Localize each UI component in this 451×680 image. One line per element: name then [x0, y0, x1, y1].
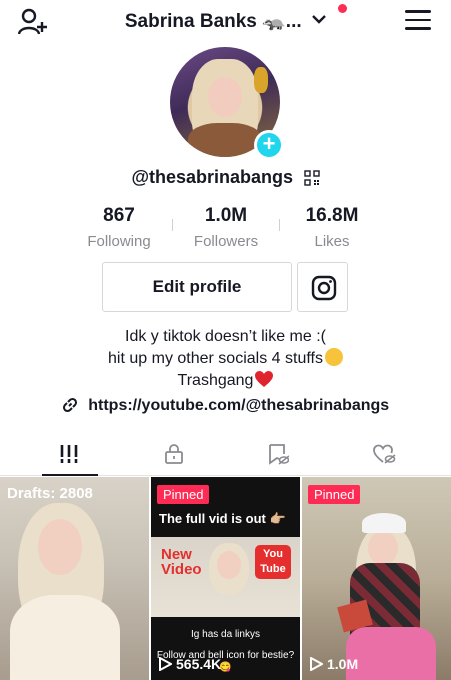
likes-count: 16.8M	[305, 205, 359, 226]
new-video-banner: New Video	[161, 546, 202, 578]
following-count: 867	[103, 205, 135, 226]
bio-line: Idk y tiktok doesn’t like me :(	[125, 328, 326, 345]
following-label: Following	[87, 233, 151, 250]
top-bar: Sabrina Banks 🦡...	[0, 0, 451, 44]
add-story-button[interactable]: +	[254, 130, 284, 160]
pinned-badge: Pinned	[157, 485, 210, 504]
stat-following[interactable]: 867 Following	[59, 205, 179, 250]
menu-icon[interactable]	[405, 10, 431, 32]
profile-display-name: Sabrina Banks 🦡...	[124, 11, 302, 32]
instagram-button[interactable]	[297, 262, 348, 312]
view-count-text: 1.0M	[327, 656, 359, 672]
handle-row: @thesabrinabangs	[0, 167, 451, 188]
profile-bio: Idk y tiktok doesn’t like me :( hit up m…	[0, 326, 451, 392]
wink-emoji-icon	[324, 348, 343, 366]
stat-followers[interactable]: 1.0M Followers	[166, 205, 286, 250]
tab-private[interactable]	[117, 432, 229, 476]
play-icon	[159, 656, 174, 672]
active-tab-indicator	[42, 474, 98, 476]
profile-tabs	[0, 432, 451, 476]
youtube-logo: You Tube	[255, 545, 291, 579]
view-count: 1.0M	[310, 656, 358, 672]
lock-icon	[165, 444, 183, 464]
grid-icon	[59, 445, 79, 463]
drafts-count: Drafts: 2808	[7, 485, 93, 502]
video-subtext: Ig has da linkys	[191, 629, 260, 640]
likes-label: Likes	[314, 233, 350, 250]
link-icon	[62, 397, 77, 413]
heart-hidden-icon	[373, 444, 396, 464]
instagram-icon	[311, 275, 337, 301]
video-caption: The full vid is out 👉🏼	[159, 511, 286, 526]
bookmark-hidden-icon	[269, 444, 289, 465]
qr-code-icon[interactable]	[303, 169, 320, 186]
view-count-text: 565.4K	[176, 656, 222, 672]
chevron-down-icon	[312, 15, 326, 24]
video-tile-drafts[interactable]: Drafts: 2808	[0, 477, 149, 680]
video-tile[interactable]: Pinned The full vid is out 👉🏼 New Video …	[151, 477, 300, 680]
edit-profile-button[interactable]: Edit profile	[102, 262, 292, 312]
view-count: 565.4K	[159, 656, 221, 672]
pinned-badge: Pinned	[308, 485, 361, 504]
profile-link[interactable]: https://youtube.com/@thesabrinabangs	[0, 397, 451, 415]
followers-count: 1.0M	[204, 205, 248, 226]
profile-handle: @thesabrinabangs	[131, 167, 294, 187]
profile-link-text: https://youtube.com/@thesabrinabangs	[88, 397, 390, 414]
bio-line: hit up my other socials 4 stuffs	[108, 350, 323, 367]
tab-favorites[interactable]	[221, 432, 333, 476]
tab-videos[interactable]	[12, 432, 124, 476]
play-icon	[310, 656, 325, 672]
account-switcher[interactable]: Sabrina Banks 🦡...	[0, 9, 451, 33]
followers-label: Followers	[193, 233, 259, 250]
heart-emoji-icon	[255, 371, 274, 387]
notification-dot	[338, 4, 347, 13]
stat-likes[interactable]: 16.8M Likes	[272, 205, 392, 250]
bio-line: Trashgang	[177, 372, 254, 389]
tab-liked[interactable]	[326, 432, 438, 476]
video-grid: Drafts: 2808 Pinned The full vid is out …	[0, 477, 451, 680]
video-tile[interactable]: Pinned 1.0M	[302, 477, 451, 680]
